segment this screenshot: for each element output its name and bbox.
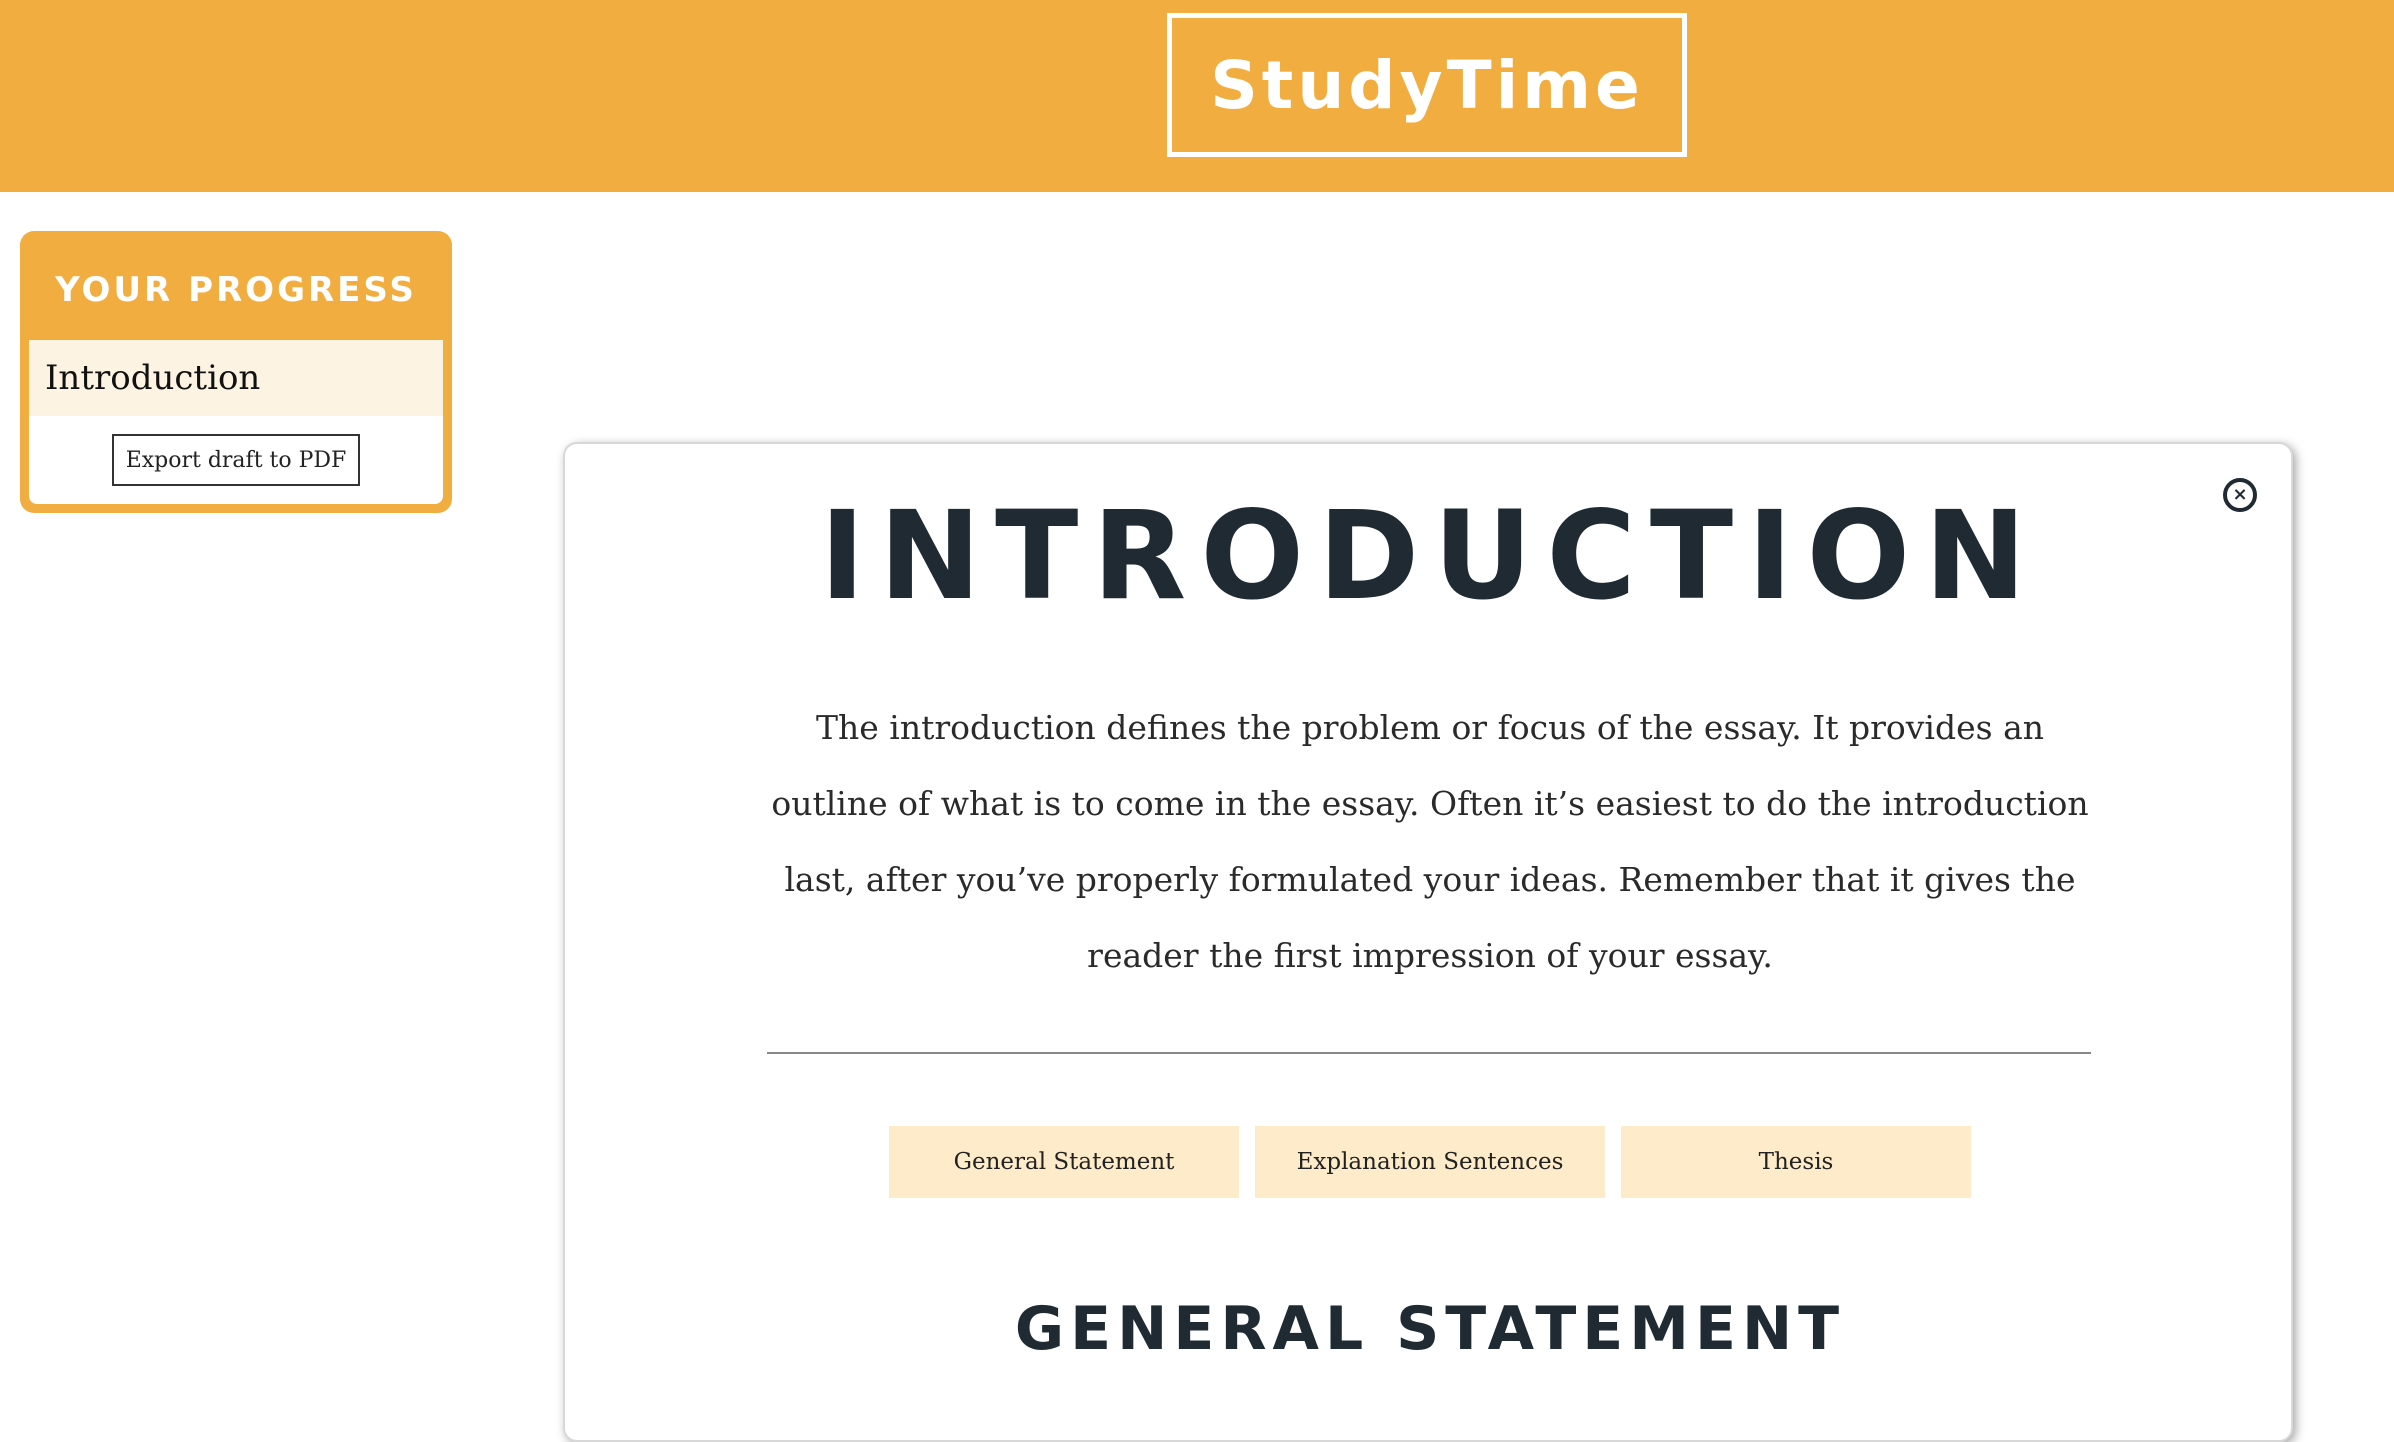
progress-panel: YOUR PROGRESS Introduction Export draft … <box>20 231 452 513</box>
section-heading: GENERAL STATEMENT <box>1014 1294 1846 1364</box>
logo[interactable]: StudyTime <box>1167 13 1687 157</box>
section-tabs: General Statement Explanation Sentences … <box>565 1126 2295 1198</box>
export-wrapper: Export draft to PDF <box>29 416 443 504</box>
site-header: StudyTime <box>0 0 2394 192</box>
logo-text: StudyTime <box>1210 46 1644 124</box>
page-title: INTRODUCTION <box>819 485 2041 627</box>
divider <box>767 1052 2091 1054</box>
tab-thesis[interactable]: Thesis <box>1621 1126 1971 1198</box>
progress-list: Introduction Export draft to PDF <box>29 340 443 504</box>
introduction-description: The introduction defines the problem or … <box>771 708 2089 975</box>
progress-title: YOUR PROGRESS <box>55 270 417 310</box>
tab-general-statement[interactable]: General Statement <box>889 1126 1239 1198</box>
export-pdf-button[interactable]: Export draft to PDF <box>111 434 361 486</box>
tab-explanation-sentences[interactable]: Explanation Sentences <box>1255 1126 1605 1198</box>
introduction-card: × INTRODUCTION The introduction defines … <box>563 442 2293 1442</box>
progress-item-introduction[interactable]: Introduction <box>29 340 443 416</box>
